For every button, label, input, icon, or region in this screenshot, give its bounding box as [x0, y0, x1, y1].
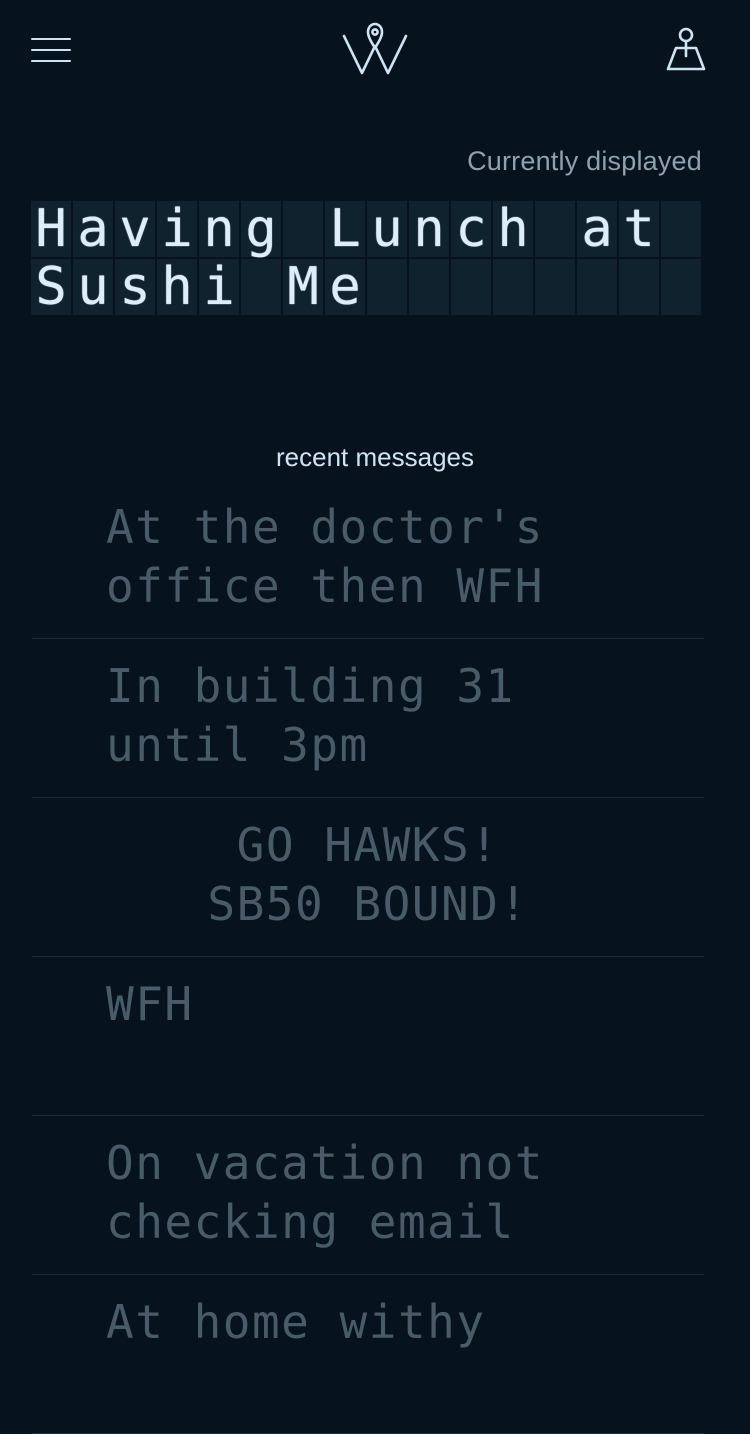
map-pin-icon[interactable]	[664, 26, 708, 72]
display-cell: g	[241, 201, 281, 257]
message-text: On vacation not checking email	[106, 1136, 544, 1249]
message-item[interactable]: At home withy	[32, 1275, 704, 1434]
message-item[interactable]: GO HAWKS! SB50 BOUND!	[32, 798, 704, 957]
display-cell	[409, 259, 449, 315]
display-cell	[661, 259, 701, 315]
message-item[interactable]: In building 31 until 3pm	[32, 639, 704, 798]
display-cell: e	[325, 259, 365, 315]
display-cell: a	[73, 201, 113, 257]
display-cell: i	[157, 201, 197, 257]
display-cell: H	[31, 201, 71, 257]
message-item[interactable]: WFH	[32, 957, 704, 1116]
display-cell	[451, 259, 491, 315]
message-text: GO HAWKS! SB50 BOUND!	[207, 818, 529, 931]
display-cell: i	[199, 259, 239, 315]
display-cell	[577, 259, 617, 315]
display-cell: S	[31, 259, 71, 315]
menu-button[interactable]	[31, 36, 73, 64]
recent-messages-heading: recent messages	[276, 442, 474, 472]
display-cell: M	[283, 259, 323, 315]
hamburger-line	[31, 38, 71, 40]
display-row-2: SushiMe	[31, 259, 701, 315]
recent-messages-list: At the doctor's office then WFH In build…	[32, 480, 704, 1434]
top-bar	[0, 0, 750, 100]
hamburger-line	[31, 60, 71, 62]
display-cell	[241, 259, 281, 315]
display-cell: n	[199, 201, 239, 257]
display-cell: h	[157, 259, 197, 315]
display-cell	[367, 259, 407, 315]
message-text: At home withy	[106, 1295, 486, 1349]
logo-icon	[342, 22, 408, 75]
display-cell	[535, 259, 575, 315]
display-cell: n	[409, 201, 449, 257]
display-cell: L	[325, 201, 365, 257]
display-cell: s	[115, 259, 155, 315]
display-cell	[619, 259, 659, 315]
display-cell: u	[367, 201, 407, 257]
display-cell: v	[115, 201, 155, 257]
message-text: At the doctor's office then WFH	[106, 500, 544, 613]
display-cell: a	[577, 201, 617, 257]
message-item[interactable]: On vacation not checking email	[32, 1116, 704, 1275]
display-cell	[493, 259, 533, 315]
display-cell: t	[619, 201, 659, 257]
display-cell: u	[73, 259, 113, 315]
display-row-1: HavingLunchat	[31, 201, 701, 257]
display-cell	[661, 201, 701, 257]
display-cell: c	[451, 201, 491, 257]
display-cell	[283, 201, 323, 257]
message-item[interactable]: At the doctor's office then WFH	[32, 480, 704, 639]
split-flap-display: HavingLunchat SushiMe	[31, 201, 701, 317]
hamburger-line	[31, 49, 71, 51]
display-cell	[535, 201, 575, 257]
message-text: WFH	[106, 977, 194, 1031]
display-cell: h	[493, 201, 533, 257]
currently-displayed-label: Currently displayed	[467, 146, 702, 176]
message-text: In building 31 until 3pm	[106, 659, 515, 772]
